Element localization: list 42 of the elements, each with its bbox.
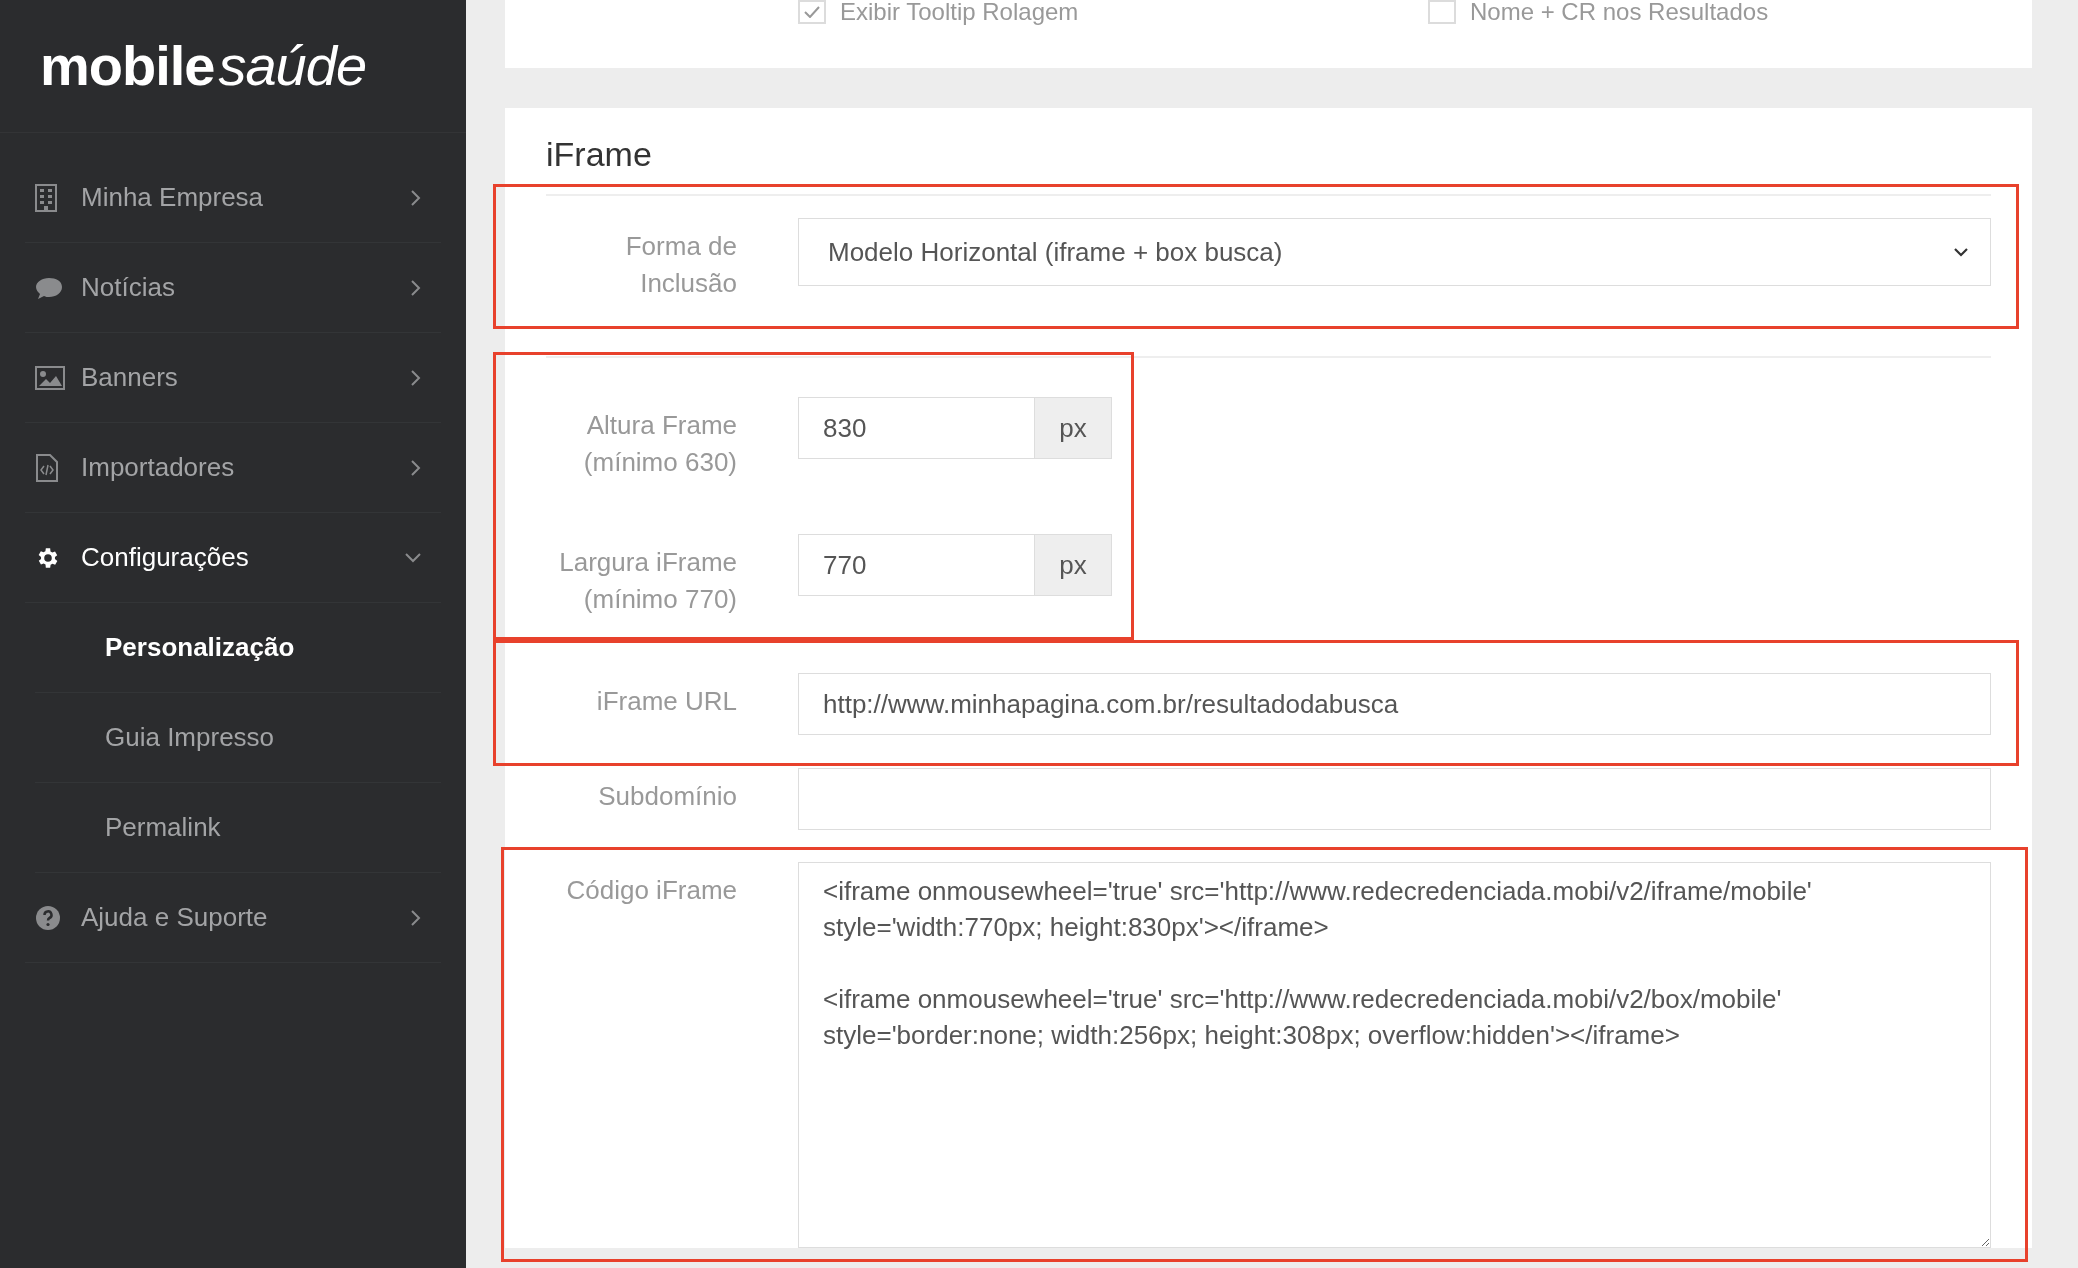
submenu-item[interactable]: Permalink — [105, 808, 221, 847]
submenu-item[interactable]: Guia Impresso — [105, 718, 275, 757]
code-textarea[interactable]: <iframe onmousewheel='true' src='http://www.redecredenciada.mobi/v2/iframe/mobile' style='width:770px; height:830px'></iframe> <iframe onmousewheel='true' src='http://www.redecredenciada.mobi/v2/box/mobile' style='border:none; width:256px; height:308px; overflow:hidden'></iframe> — [798, 862, 1991, 1248]
field-label: iFrame URL — [595, 685, 737, 718]
image-icon — [35, 365, 65, 390]
chevron-down-icon — [405, 552, 421, 563]
field-label: Forma de Inclusão — [624, 230, 737, 300]
speech-bubble-icon — [35, 275, 63, 300]
checkmark-icon — [804, 6, 820, 18]
field-label: Código iFrame — [565, 874, 737, 907]
nav-item[interactable]: Banners — [25, 333, 441, 423]
nav-item[interactable]: Importadores — [25, 423, 441, 513]
chevron-right-icon — [411, 459, 421, 476]
nav-item[interactable]: Ajuda e Suporte — [25, 873, 441, 963]
chevron-right-icon — [411, 369, 421, 386]
dropdown[interactable]: Modelo Horizontal (iframe + box busca) — [798, 218, 1991, 286]
chevron-right-icon — [411, 189, 421, 206]
nav-item[interactable]: Configurações — [25, 513, 441, 603]
chevron-down-icon — [1954, 247, 1968, 257]
text-input[interactable]: http://www.minhapagina.com.br/resultadodabusca — [798, 673, 1991, 735]
number-input[interactable]: 830 — [798, 397, 1035, 459]
logo: mobilesaúde — [40, 38, 367, 94]
checkbox-label: Nome + CR nos Resultados — [1470, 1, 1769, 23]
chevron-right-icon — [411, 909, 421, 926]
chevron-right-icon — [411, 279, 421, 296]
number-input[interactable]: 770 — [798, 534, 1035, 596]
field-label: Subdomínio — [597, 780, 737, 813]
checkbox[interactable] — [798, 0, 826, 24]
unit-addon: px — [1035, 534, 1112, 596]
code-file-icon — [35, 453, 59, 482]
nav-item[interactable]: Minha Empresa — [25, 153, 441, 243]
checkbox-label: Exibir Tooltip Rolagem — [840, 1, 1079, 23]
nav-item[interactable]: Notícias — [25, 243, 441, 333]
checkbox[interactable] — [1428, 0, 1456, 24]
text-input[interactable] — [798, 768, 1991, 830]
section-title: iFrame — [546, 134, 653, 175]
unit-addon: px — [1035, 397, 1112, 459]
field-label: Altura Frame (mínimo 630) — [582, 409, 737, 479]
submenu-item[interactable]: Personalização — [105, 628, 295, 667]
field-label: Largura iFrame (mínimo 770) — [558, 546, 737, 616]
help-icon — [35, 904, 61, 931]
building-icon — [35, 183, 57, 212]
